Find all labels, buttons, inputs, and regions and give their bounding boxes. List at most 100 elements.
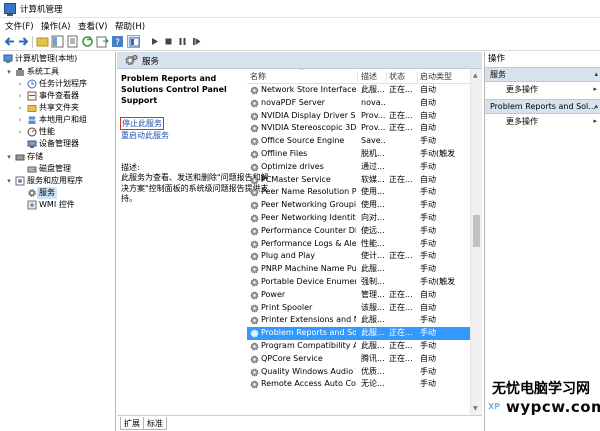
- collapse-arrow-icon[interactable]: ▾: [5, 151, 13, 163]
- tree-item-services[interactable]: 服务: [0, 187, 115, 199]
- column-divider[interactable]: [386, 71, 387, 82]
- tree-item-storage[interactable]: ▾ 存储: [0, 151, 115, 163]
- gear-icon: [27, 188, 37, 198]
- expand-arrow-icon[interactable]: ›: [16, 114, 24, 126]
- service-row[interactable]: PCMaster Service 软媒... 正在... 自动: [247, 174, 482, 187]
- tree-item-local-users-groups[interactable]: › 本地用户和组: [0, 114, 115, 126]
- service-row[interactable]: PNRP Machine Name Pu... 此服... 手动: [247, 263, 482, 276]
- collapse-arrow-icon[interactable]: ▾: [5, 66, 13, 78]
- service-description: nova...: [361, 97, 385, 107]
- menu-file[interactable]: 文件(F): [5, 20, 34, 32]
- expand-arrow-icon[interactable]: ›: [16, 90, 24, 102]
- export-list-icon[interactable]: [96, 35, 109, 48]
- service-row[interactable]: Program Compatibility A... 此服... 正在... 手动: [247, 340, 482, 353]
- computer-management-icon: [4, 3, 16, 16]
- service-row[interactable]: Peer Networking Identity... 向对... 手动: [247, 212, 482, 225]
- actions-pane: 操作 服务 ▴ 更多操作 ▸ Problem Reports and Sol..…: [484, 52, 600, 431]
- service-name: Print Spooler: [261, 302, 313, 312]
- service-row[interactable]: novaPDF Server nova... 自动: [247, 97, 482, 110]
- tab-extended[interactable]: 扩展: [120, 417, 144, 430]
- service-row[interactable]: NVIDIA Display Driver Se... Prov... 正在... 自…: [247, 110, 482, 123]
- service-row[interactable]: Performance Counter DL... 使远... 手动: [247, 225, 482, 238]
- scroll-thumb[interactable]: [473, 215, 480, 247]
- menu-action[interactable]: 操作(A): [41, 20, 70, 32]
- service-row[interactable]: Print Spooler 该服... 正在... 自动: [247, 302, 482, 315]
- actions-section-selected-service[interactable]: Problem Reports and Sol... ▴: [485, 99, 600, 114]
- restart-service-icon[interactable]: [190, 35, 203, 48]
- actions-header: 操作: [488, 54, 506, 64]
- action-more-actions[interactable]: 更多操作 ▸: [485, 83, 600, 96]
- expand-arrow-icon[interactable]: ›: [16, 78, 24, 90]
- service-row[interactable]: Portable Device Enumera... 强制... 手动(触发...: [247, 276, 482, 289]
- console-tree-icon[interactable]: [127, 35, 140, 48]
- properties-icon[interactable]: [66, 35, 79, 48]
- service-row[interactable]: QPCore Service 腾讯... 正在... 自动: [247, 353, 482, 366]
- tree-item-wmi-control[interactable]: WMI 控件: [0, 199, 115, 211]
- actions-section-services[interactable]: 服务 ▴: [485, 67, 600, 82]
- restart-service-link[interactable]: 重启动此服务: [121, 130, 169, 141]
- up-folder-icon[interactable]: [36, 35, 49, 48]
- refresh-icon[interactable]: [81, 35, 94, 48]
- collapse-caret-icon[interactable]: ▴: [594, 100, 598, 113]
- scroll-down-icon[interactable]: ▼: [473, 405, 478, 412]
- service-row[interactable]: Peer Networking Groupi... 使用... 手动: [247, 199, 482, 212]
- service-row[interactable]: NVIDIA Stereoscopic 3D ... Prov... 正在... 自动: [247, 122, 482, 135]
- service-row[interactable]: Peer Name Resolution Pr... 使用... 手动: [247, 186, 482, 199]
- tree-item-event-viewer[interactable]: › 事件查看器: [0, 90, 115, 102]
- service-row[interactable]: Power 管理... 正在... 自动: [247, 289, 482, 302]
- service-row[interactable]: Printer Extensions and N... 此服... 手动: [247, 314, 482, 327]
- tree-item-services-and-apps[interactable]: ▾ 服务和应用程序: [0, 175, 115, 187]
- service-row[interactable]: Performance Logs & Aler... 性能... 手动: [247, 238, 482, 251]
- tree-item-shared-folders[interactable]: › 共享文件夹: [0, 102, 115, 114]
- tree-item-system-tools[interactable]: ▾ 系统工具: [0, 66, 115, 78]
- services-header: 服务: [117, 52, 482, 69]
- stop-service-link[interactable]: 停止此服务: [122, 119, 162, 128]
- menu-view[interactable]: 查看(V): [78, 20, 107, 32]
- expand-arrow-icon[interactable]: ›: [16, 126, 24, 138]
- watermark-url: wypcw.com: [506, 398, 600, 416]
- tree-item-computer-management[interactable]: 计算机管理(本地): [0, 53, 115, 65]
- stop-service-icon[interactable]: [162, 35, 175, 48]
- action-more-actions[interactable]: 更多操作 ▸: [485, 115, 600, 128]
- back-arrow-icon[interactable]: [3, 35, 16, 48]
- start-service-icon[interactable]: [148, 35, 161, 48]
- services-scrollbar[interactable]: ▲ ▼: [470, 69, 482, 415]
- tree-item-task-scheduler[interactable]: › 任务计划程序: [0, 78, 115, 90]
- tree-label: 计算机管理(本地): [15, 54, 78, 63]
- service-gear-icon: [250, 265, 259, 274]
- column-divider[interactable]: [417, 71, 418, 82]
- service-row[interactable]: Remote Access Auto Con... 无论... 手动: [247, 378, 482, 391]
- service-name: PCMaster Service: [261, 174, 331, 184]
- help-icon[interactable]: ?: [111, 35, 124, 48]
- service-row[interactable]: Quality Windows Audio V... 优质... 手动: [247, 366, 482, 379]
- column-name[interactable]: 名称: [250, 71, 266, 82]
- tab-standard[interactable]: 标准: [143, 417, 167, 430]
- tree-item-device-manager[interactable]: 设备管理器: [0, 138, 115, 150]
- service-row[interactable]: Optimize drives 通过... 手动: [247, 161, 482, 174]
- service-row[interactable]: Office Source Engine Save... 手动: [247, 135, 482, 148]
- service-row[interactable]: Offline Files 脱机... 手动(触发...: [247, 148, 482, 161]
- service-status: 正在...: [389, 341, 413, 350]
- column-description[interactable]: 描述: [361, 71, 377, 82]
- console-tree: 计算机管理(本地) ▾ 系统工具 › 任务计划程序 › 事件查看器 › 共享文件…: [0, 52, 116, 431]
- show-hide-tree-icon[interactable]: [51, 35, 64, 48]
- service-status: 正在...: [389, 174, 413, 184]
- collapse-arrow-icon[interactable]: ▾: [5, 175, 13, 187]
- service-startup-type: 自动: [420, 97, 436, 107]
- scroll-up-icon[interactable]: ▲: [473, 72, 478, 79]
- pause-service-icon[interactable]: [176, 35, 189, 48]
- tree-item-disk-management[interactable]: 磁盘管理: [0, 163, 115, 175]
- column-startup-type[interactable]: 启动类型: [420, 71, 452, 82]
- service-name: Problem Reports and Sol...: [261, 328, 356, 338]
- menu-help[interactable]: 帮助(H): [115, 20, 145, 32]
- column-status[interactable]: 状态: [389, 71, 405, 82]
- collapse-caret-icon[interactable]: ▴: [594, 68, 598, 81]
- expand-arrow-icon[interactable]: ›: [16, 102, 24, 114]
- column-divider[interactable]: [357, 71, 358, 82]
- forward-arrow-icon[interactable]: [17, 35, 30, 48]
- service-row[interactable]: Plug and Play 使计... 正在... 手动: [247, 250, 482, 263]
- title-bar: 计算机管理: [0, 0, 600, 18]
- service-row[interactable]: Network Store Interface ... 此服... 正在... 自动: [247, 84, 482, 97]
- tree-item-performance[interactable]: › 性能: [0, 126, 115, 138]
- service-row[interactable]: Problem Reports and Sol... 此服... 正在... 手动: [247, 327, 482, 340]
